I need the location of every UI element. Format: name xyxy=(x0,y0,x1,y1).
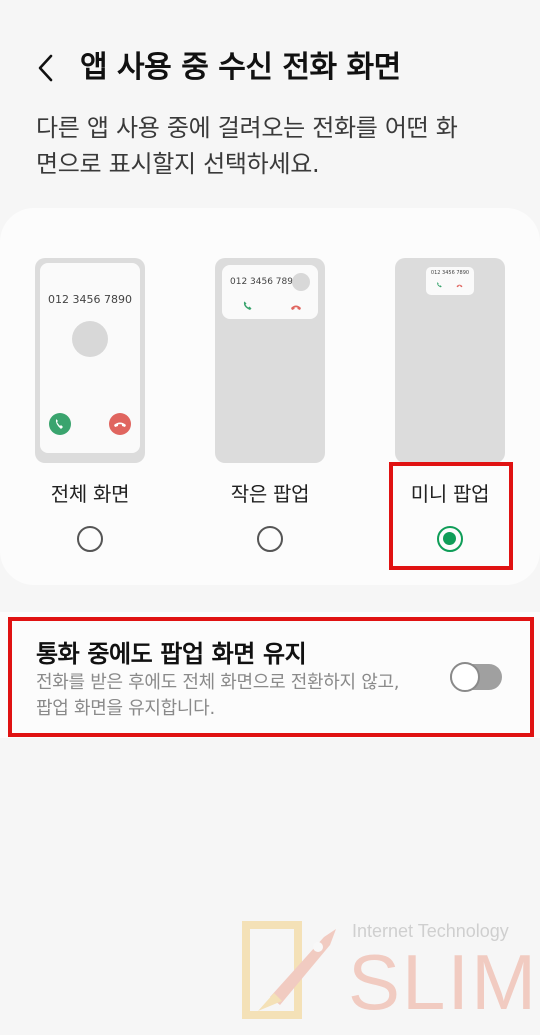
preview-phone-number: 012 3456 7890 xyxy=(230,277,299,287)
radio-full-screen[interactable] xyxy=(77,526,103,552)
accept-call-icon xyxy=(243,301,252,310)
small-popup-preview: 012 3456 7890 xyxy=(215,258,325,463)
decline-call-icon xyxy=(109,413,131,435)
page-description: 다른 앱 사용 중에 걸려오는 전화를 어떤 화면으로 표시할지 선택하세요. xyxy=(36,114,458,178)
full-screen-preview: 012 3456 7890 xyxy=(35,258,145,463)
small-popup-card: 012 3456 7890 xyxy=(222,265,318,319)
option-full-screen[interactable]: 012 3456 7890 전체 화면 xyxy=(5,208,175,585)
mini-popup-card: 012 3456 7890 xyxy=(426,267,474,295)
accept-call-icon xyxy=(437,282,442,288)
app-header: 앱 사용 중 수신 전화 화면 xyxy=(0,40,540,96)
page-title: 앱 사용 중 수신 전화 화면 xyxy=(80,50,401,85)
chevron-left-icon xyxy=(38,54,53,82)
preview-phone-number: 012 3456 7890 xyxy=(430,270,470,276)
decline-call-icon xyxy=(291,305,301,310)
radio-small-popup[interactable] xyxy=(257,526,283,552)
rocket-logo-icon xyxy=(242,921,336,1019)
option-label-full-screen: 전체 화면 xyxy=(50,482,130,506)
caller-avatar-icon xyxy=(72,321,108,357)
highlight-box-mini-popup xyxy=(389,462,513,570)
full-screen-preview-screen: 012 3456 7890 xyxy=(40,263,140,453)
highlight-box-keep-popup xyxy=(8,617,534,737)
mini-popup-preview: 012 3456 7890 xyxy=(395,258,505,463)
back-button[interactable] xyxy=(26,48,66,88)
watermark-brand: SLIM xyxy=(348,938,539,1026)
watermark: Internet Technology SLIM xyxy=(240,915,536,1026)
option-small-popup[interactable]: 012 3456 7890 작은 팝업 xyxy=(185,208,355,585)
preview-phone-number: 012 3456 7890 xyxy=(48,293,132,306)
accept-call-icon xyxy=(49,413,71,435)
option-label-small-popup: 작은 팝업 xyxy=(230,482,310,506)
caller-avatar-icon xyxy=(292,273,310,291)
decline-call-icon xyxy=(456,284,463,288)
